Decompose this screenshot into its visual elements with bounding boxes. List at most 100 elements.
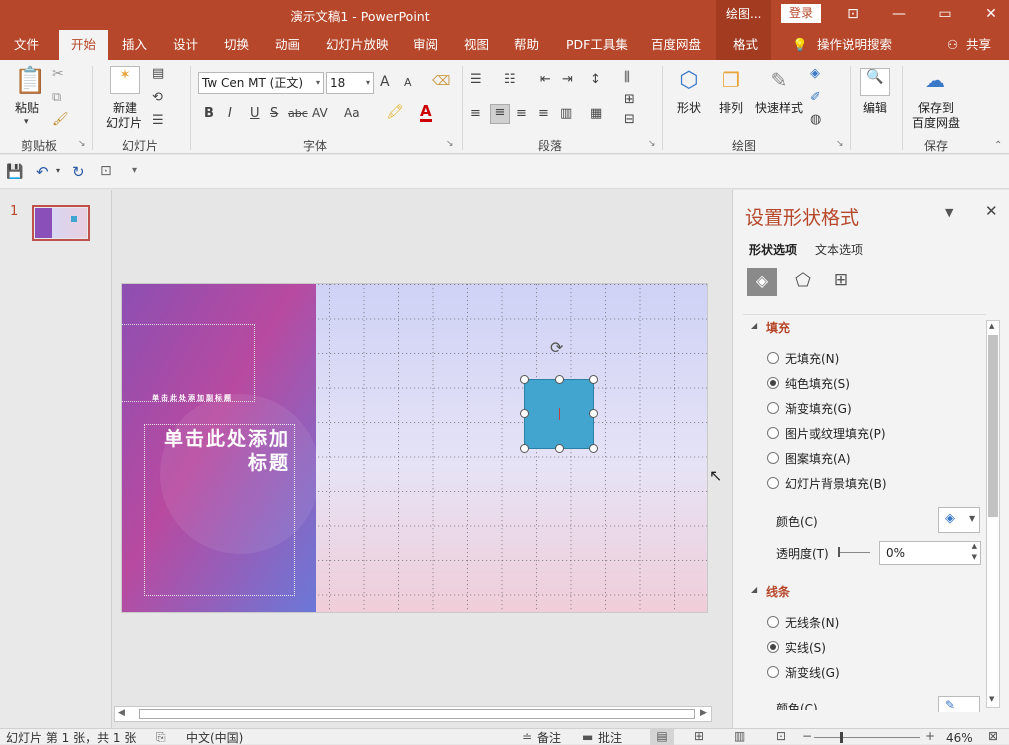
clear-format-icon[interactable]: ⌫ [432, 74, 450, 89]
bullets-icon[interactable]: ☰ [470, 72, 482, 87]
reset-icon[interactable]: ⟲ [152, 90, 163, 105]
section-icon[interactable]: ☰ [152, 113, 164, 128]
fill-radio-gradient[interactable] [767, 402, 779, 414]
find-icon[interactable]: 🔍 [860, 68, 890, 96]
subtitle-text[interactable]: 单击此处添加副标题 [152, 393, 252, 403]
subtitle-placeholder[interactable] [122, 324, 255, 402]
scroll-left-icon[interactable]: ◀ [118, 708, 125, 718]
new-slide-icon[interactable]: ✶ [110, 66, 140, 94]
effects-icon[interactable]: ⬠ [791, 270, 815, 294]
fill-option-background[interactable]: 幻灯片背景填充(B) [785, 475, 887, 492]
selected-rectangle-shape[interactable] [524, 379, 594, 449]
zoom-slider-thumb[interactable] [840, 732, 843, 743]
maximize-button[interactable]: ▭ [922, 0, 968, 30]
fill-option-picture[interactable]: 图片或纹理填充(P) [785, 425, 886, 442]
tab-home[interactable]: 开始 [59, 30, 109, 60]
tab-view[interactable]: 视图 [464, 30, 489, 60]
text-direction-icon[interactable]: ⫼ [624, 70, 630, 85]
dialog-launcher-icon[interactable]: ↘ [78, 139, 86, 149]
line-option-gradient[interactable]: 渐变线(G) [785, 664, 840, 681]
undo-icon[interactable]: ↶ [36, 163, 49, 181]
shadow-button[interactable]: abc [288, 107, 308, 120]
align-left-icon[interactable]: ≡ [470, 106, 481, 121]
collapse-arrow-icon[interactable]: ◢ [751, 585, 757, 594]
comments-button[interactable]: 批注 [598, 731, 622, 745]
chevron-down-icon[interactable]: ▾ [24, 117, 29, 127]
fill-color-picker[interactable]: ◈ ▼ [938, 507, 980, 533]
paste-button[interactable]: 粘贴 [12, 101, 42, 116]
zoom-in-icon[interactable]: + [925, 729, 935, 744]
spellcheck-icon[interactable]: ⎘ [156, 730, 166, 744]
resize-handle[interactable] [555, 444, 564, 453]
font-name-combo[interactable]: Tw Cen MT (正文) ▾ [198, 72, 324, 94]
redo-icon[interactable]: ↻ [72, 163, 85, 181]
quick-styles-icon[interactable]: ✎ [764, 68, 794, 98]
share-button[interactable]: 共享 [966, 30, 991, 60]
comments-icon[interactable]: ▬ [582, 730, 593, 744]
new-slide-label-2[interactable]: 幻灯片 [99, 116, 149, 131]
format-painter-icon[interactable]: 🖌 [52, 112, 69, 127]
tab-transitions[interactable]: 切换 [224, 30, 249, 60]
slide-thumbnail[interactable] [32, 205, 90, 241]
resize-handle[interactable] [589, 409, 598, 418]
collapse-arrow-icon[interactable]: ◢ [751, 321, 757, 330]
pane-scroll-thumb[interactable] [988, 335, 998, 517]
line-option-none[interactable]: 无线条(N) [785, 614, 839, 631]
tab-animations[interactable]: 动画 [275, 30, 300, 60]
shape-fill-icon[interactable]: ◈ [810, 66, 820, 81]
tab-shape-options[interactable]: 形状选项 [749, 241, 797, 258]
line-radio-gradient[interactable] [767, 666, 779, 678]
scroll-down-icon[interactable]: ▼ [989, 695, 994, 703]
fill-option-solid[interactable]: 纯色填充(S) [785, 375, 850, 392]
notes-button[interactable]: 备注 [537, 731, 561, 745]
fill-radio-pattern[interactable] [767, 452, 779, 464]
decrease-indent-icon[interactable]: ⇤ [540, 72, 551, 87]
underline-button[interactable]: U [250, 106, 260, 121]
resize-handle[interactable] [555, 375, 564, 384]
resize-handle[interactable] [520, 375, 529, 384]
dialog-launcher-icon[interactable]: ↘ [836, 139, 844, 149]
normal-view-icon[interactable]: ▤ [650, 729, 674, 745]
scroll-right-icon[interactable]: ▶ [700, 708, 707, 718]
shrink-font-button[interactable]: A [404, 76, 412, 89]
shape-effects-icon[interactable]: ◍ [810, 112, 821, 127]
tell-me-search[interactable]: 操作说明搜索 [817, 30, 892, 60]
tab-file[interactable]: 文件 [14, 30, 39, 60]
transparency-slider-thumb[interactable] [838, 547, 840, 557]
grow-font-button[interactable]: A [380, 74, 390, 90]
shapes-button[interactable]: 形状 [670, 101, 708, 116]
line-color-picker[interactable]: ✎ [938, 696, 980, 712]
line-spacing-icon[interactable]: ↕ [590, 72, 601, 87]
fill-option-pattern[interactable]: 图案填充(A) [785, 450, 851, 467]
spinner-icon[interactable]: ▲ ▼ [972, 541, 977, 563]
language-status[interactable]: 中文(中国) [186, 731, 243, 745]
quick-styles-button[interactable]: 快速样式 [752, 101, 806, 116]
title-text[interactable]: 单击此处添加 标题 [144, 427, 290, 475]
baidu-cloud-icon[interactable]: ☁ [918, 68, 952, 96]
resize-handle[interactable] [520, 444, 529, 453]
arrange-icon[interactable]: ❐ [716, 68, 746, 98]
transparency-input[interactable]: 0% ▲ ▼ [879, 541, 981, 565]
editing-button[interactable]: 编辑 [856, 101, 894, 116]
fill-section-header[interactable]: 填充 [766, 319, 790, 336]
rotate-handle-icon[interactable]: ⟳ [550, 338, 563, 357]
shape-outline-icon[interactable]: ✐ [810, 90, 821, 105]
customize-qat-icon[interactable]: ▾ [132, 165, 137, 176]
tab-design[interactable]: 设计 [173, 30, 198, 60]
distributed-icon[interactable]: ▥ [560, 106, 572, 121]
ribbon-display-options-button[interactable]: ⊡ [830, 0, 876, 30]
fill-option-gradient[interactable]: 渐变填充(G) [785, 400, 852, 417]
fill-radio-picture[interactable] [767, 427, 779, 439]
tab-format[interactable]: 格式 [733, 30, 758, 60]
tab-pdf-tools[interactable]: PDF工具集 [566, 30, 628, 60]
font-color-icon[interactable]: A [420, 104, 432, 122]
tab-help[interactable]: 帮助 [514, 30, 539, 60]
bold-button[interactable]: B [204, 106, 214, 121]
tab-text-options[interactable]: 文本选项 [815, 241, 863, 258]
zoom-level[interactable]: 46% [946, 731, 973, 745]
fill-radio-solid[interactable] [767, 377, 779, 389]
save-to-baidu-label-1[interactable]: 保存到 [908, 101, 964, 116]
cut-icon[interactable]: ✂ [52, 66, 64, 82]
tab-slideshow[interactable]: 幻灯片放映 [326, 30, 389, 60]
collapse-ribbon-icon[interactable]: ⌃ [994, 140, 1002, 151]
